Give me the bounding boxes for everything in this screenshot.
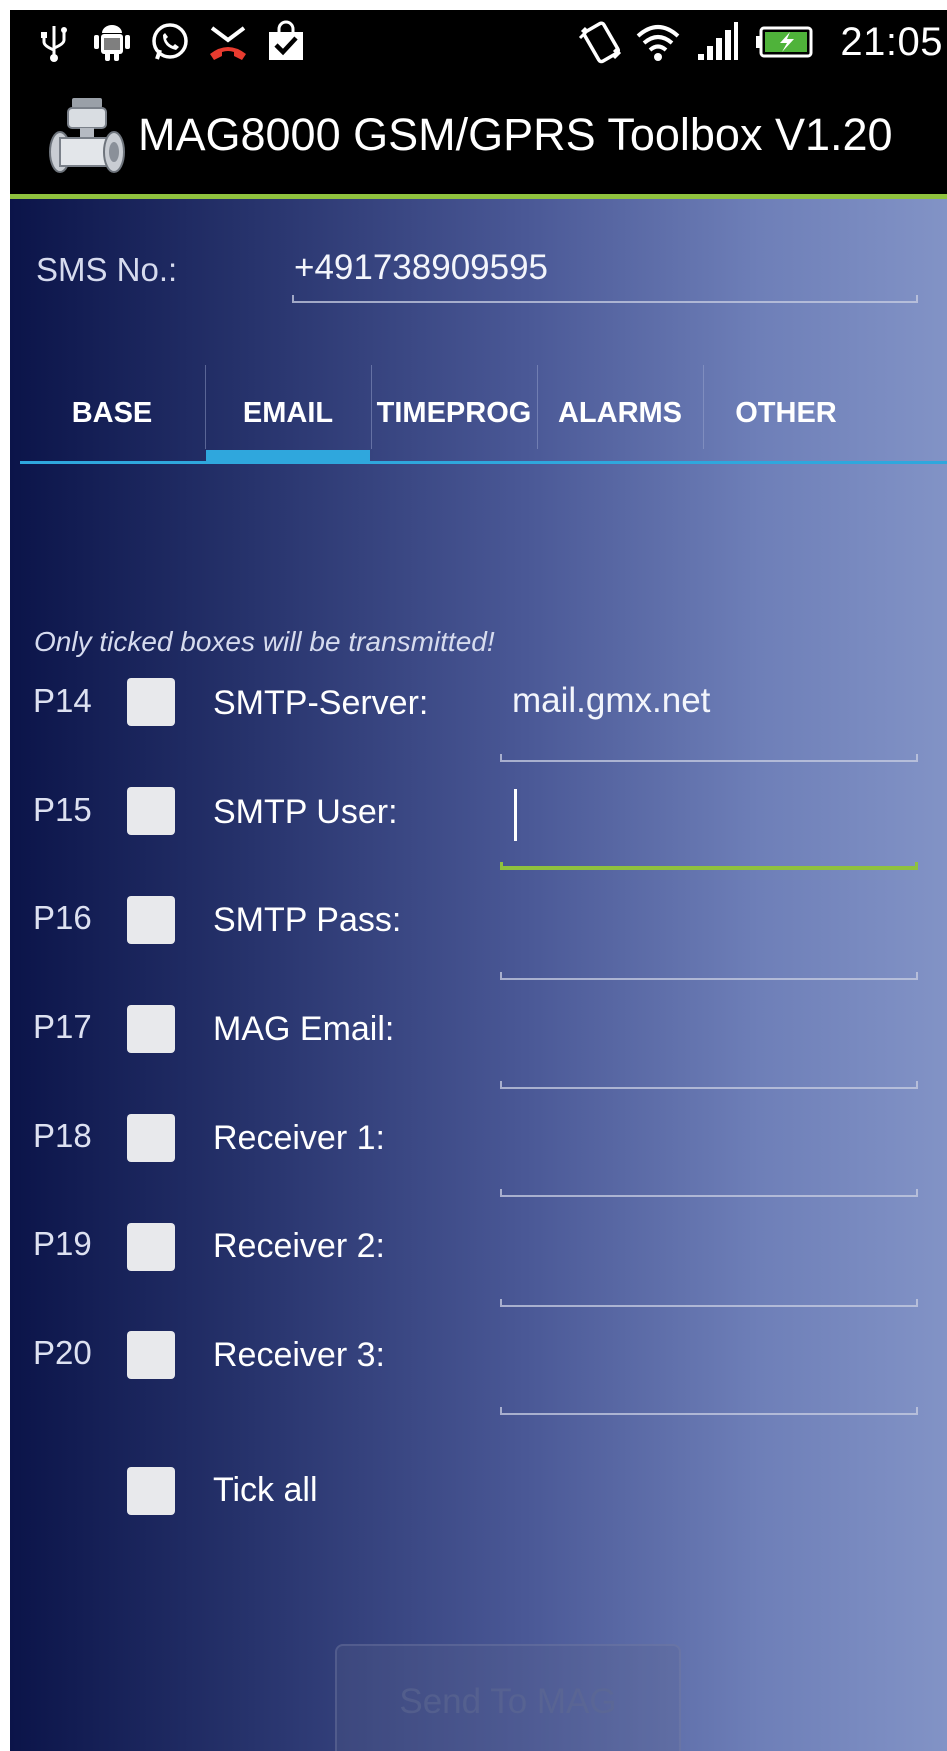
receiver-1-input-underline (500, 1189, 918, 1197)
send-to-mag-button[interactable]: Send To MAG (335, 1644, 681, 1751)
tab-timeprog[interactable]: TIMEPROG (372, 365, 536, 461)
flowmeter-logo-icon[interactable] (46, 96, 128, 178)
tab-alarms[interactable]: ALARMS (538, 365, 702, 461)
sms-number-label: SMS No.: (36, 251, 178, 288)
usb-icon (32, 20, 76, 64)
battery-charging-icon (754, 20, 814, 64)
tab-selected-indicator (206, 450, 370, 462)
param-code: P15 (33, 791, 92, 828)
tab-other[interactable]: OTHER (704, 365, 868, 461)
mag-email-input-underline (500, 1081, 918, 1089)
status-bar: 21:05 (10, 10, 947, 80)
tab-email[interactable]: EMAIL (206, 365, 370, 461)
receiver-1-label: Receiver 1: (213, 1119, 385, 1157)
checkbox-p16[interactable] (127, 896, 175, 944)
checkbox-p17[interactable] (127, 1005, 175, 1053)
sms-number-input-underline (292, 295, 918, 303)
param-code: P17 (33, 1008, 92, 1045)
smtp-server-input-underline (500, 754, 918, 762)
smtp-pass-label: SMTP Pass: (213, 901, 402, 939)
shopping-bag-check-icon (264, 20, 308, 64)
param-code: P19 (33, 1225, 92, 1262)
transmit-hint: Only ticked boxes will be transmitted! (34, 626, 495, 657)
whatsapp-icon (148, 20, 192, 64)
tab-base[interactable]: BASE (20, 365, 204, 461)
tab-bar: BASE EMAIL TIMEPROG ALARMS OTHER (20, 365, 947, 465)
smtp-server-label: SMTP-Server: (213, 684, 429, 722)
checkbox-p14[interactable] (127, 678, 175, 726)
param-code: P16 (33, 899, 92, 936)
sms-number-input[interactable]: +491738909595 (294, 243, 548, 293)
mag-email-label: MAG Email: (213, 1010, 395, 1048)
receiver-3-label: Receiver 3: (213, 1336, 385, 1374)
android-debug-icon (90, 20, 134, 64)
checkbox-p18[interactable] (127, 1114, 175, 1162)
tick-all-checkbox[interactable] (127, 1467, 175, 1515)
checkbox-p15[interactable] (127, 787, 175, 835)
main-content: SMS No.: +491738909595 BASE EMAIL TIMEPR… (10, 199, 947, 1751)
app-title: MAG8000 GSM/GPRS Toolbox V1.20 (138, 109, 893, 160)
smtp-pass-input-underline (500, 972, 918, 980)
clock-time: 21:05 (840, 20, 943, 64)
signal-icon (696, 20, 740, 64)
param-code: P20 (33, 1334, 92, 1371)
smtp-server-input[interactable]: mail.gmx.net (512, 679, 710, 723)
wifi-icon (636, 20, 680, 64)
tick-all-label[interactable]: Tick all (213, 1468, 318, 1512)
param-code: P14 (33, 682, 92, 719)
receiver-3-input-underline (500, 1407, 918, 1415)
action-bar: MAG8000 GSM/GPRS Toolbox V1.20 (10, 80, 947, 194)
missed-call-icon (206, 20, 250, 64)
smtp-user-input-underline (500, 862, 918, 870)
receiver-2-label: Receiver 2: (213, 1227, 385, 1265)
param-code: P18 (33, 1117, 92, 1154)
receiver-2-input-underline (500, 1299, 918, 1307)
phone-screen: 21:05 MAG8000 GSM/GPRS Toolbox V1.20 SMS… (10, 10, 947, 1751)
text-cursor (514, 789, 517, 841)
checkbox-p20[interactable] (127, 1331, 175, 1379)
smtp-user-label: SMTP User: (213, 793, 398, 831)
tab-baseline (20, 461, 947, 464)
checkbox-p19[interactable] (127, 1223, 175, 1271)
vibrate-icon (578, 20, 622, 64)
